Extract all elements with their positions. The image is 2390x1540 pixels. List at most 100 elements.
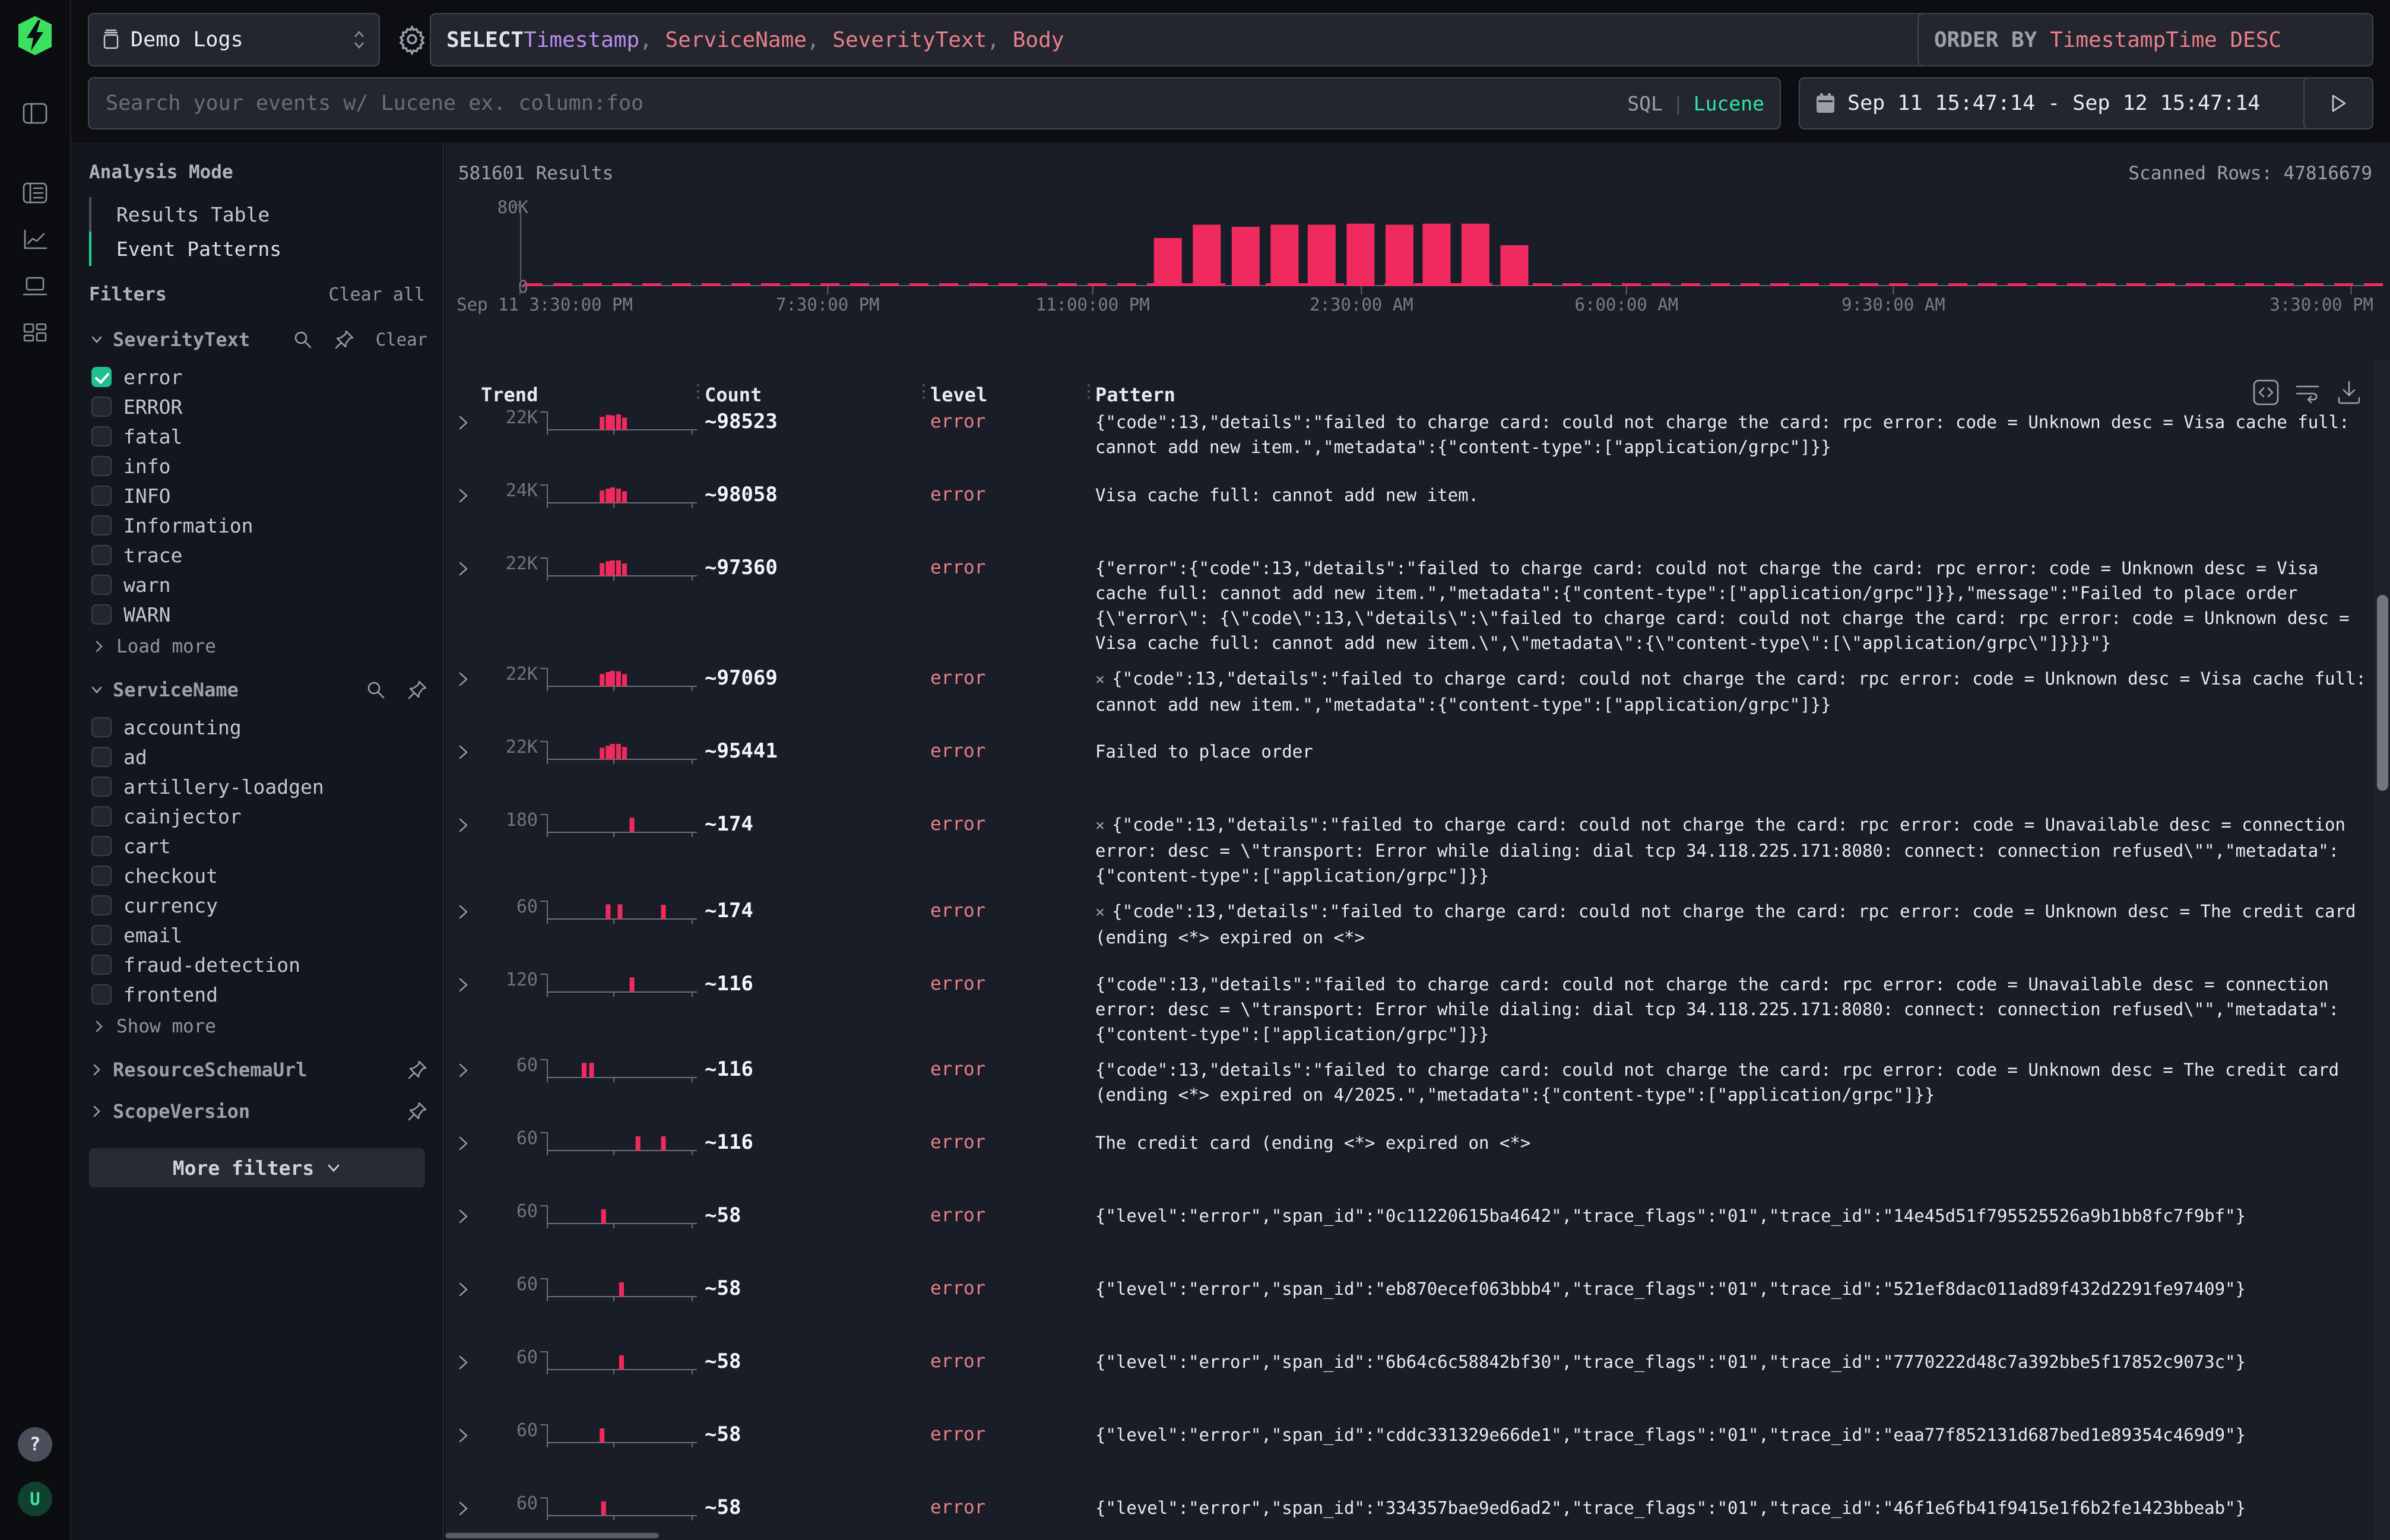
filter-clear-button[interactable]: Clear xyxy=(376,329,427,350)
filter-pin-icon[interactable] xyxy=(407,1060,427,1080)
search-logs-icon[interactable] xyxy=(21,179,49,207)
pattern-row[interactable]: 22K~95441errorFailed to place order xyxy=(445,728,2369,801)
filter-group-header[interactable]: SeverityTextClear xyxy=(89,321,427,359)
filter-option-frontend[interactable]: frontend xyxy=(91,980,427,1009)
expand-row-button[interactable] xyxy=(445,898,481,920)
checkbox[interactable] xyxy=(91,836,112,856)
sidebar-panel-icon[interactable] xyxy=(21,100,49,127)
filter-option-email[interactable]: email xyxy=(91,920,427,950)
source-select[interactable]: Demo Logs xyxy=(88,13,380,66)
filter-search-icon[interactable] xyxy=(293,329,313,350)
filter-search-icon[interactable] xyxy=(366,680,386,700)
analysis-mode-item-event-patterns[interactable]: Event Patterns xyxy=(89,232,425,266)
expand-row-button[interactable] xyxy=(445,1129,481,1152)
pattern-row[interactable]: 22K~97069error×{"code":13,"details":"fai… xyxy=(445,655,2369,728)
filter-option-WARN[interactable]: WARN xyxy=(91,600,427,629)
expand-row-button[interactable] xyxy=(445,1494,481,1517)
checkbox[interactable] xyxy=(91,426,112,446)
dismiss-pattern-icon[interactable]: × xyxy=(1095,816,1105,835)
mode-lucene[interactable]: Lucene xyxy=(1694,92,1764,115)
filter-show-more[interactable]: Show more xyxy=(89,1010,427,1042)
filter-pin-icon[interactable] xyxy=(334,329,354,350)
filter-pin-icon[interactable] xyxy=(407,1101,427,1121)
checkbox[interactable] xyxy=(91,747,112,767)
filter-option-fatal[interactable]: fatal xyxy=(91,422,427,451)
pattern-row[interactable]: 120~116error{"code":13,"details":"failed… xyxy=(445,961,2369,1047)
order-by-input[interactable]: ORDER BY TimestampTime DESC xyxy=(1917,13,2373,66)
filter-option-currency[interactable]: currency xyxy=(91,891,427,920)
expand-row-button[interactable] xyxy=(445,1275,481,1298)
sessions-icon[interactable] xyxy=(21,273,49,300)
analysis-mode-item-results-table[interactable]: Results Table xyxy=(89,197,425,232)
filter-option-checkout[interactable]: checkout xyxy=(91,861,427,891)
expand-row-button[interactable] xyxy=(445,1421,481,1444)
user-avatar[interactable]: U xyxy=(18,1482,52,1516)
more-filters-button[interactable]: More filters xyxy=(89,1148,425,1187)
pattern-row[interactable]: 60~116error{"code":13,"details":"failed … xyxy=(445,1047,2369,1120)
filter-group-header[interactable]: ResourceSchemaUrl xyxy=(89,1051,427,1089)
checkbox[interactable] xyxy=(91,604,112,625)
expand-row-button[interactable] xyxy=(445,971,481,993)
filter-pin-icon[interactable] xyxy=(407,680,427,700)
help-button[interactable]: ? xyxy=(18,1427,52,1462)
horizontal-scrollbar-thumb[interactable] xyxy=(445,1533,659,1538)
expand-row-button[interactable] xyxy=(445,481,481,504)
checkbox[interactable] xyxy=(91,575,112,595)
source-settings-gear-icon[interactable] xyxy=(397,24,427,55)
pattern-row[interactable]: 22K~97360error{"error":{"code":13,"detai… xyxy=(445,545,2369,655)
clear-all-filters-button[interactable]: Clear all xyxy=(328,284,425,305)
checkbox[interactable] xyxy=(91,515,112,535)
expand-row-button[interactable] xyxy=(445,738,481,761)
filter-option-cart[interactable]: cart xyxy=(91,831,427,861)
pattern-row[interactable]: 60~58error{"level":"error","span_id":"eb… xyxy=(445,1266,2369,1339)
events-histogram[interactable] xyxy=(520,204,2373,286)
pattern-row[interactable]: 22K~98523error{"code":13,"details":"fail… xyxy=(445,399,2369,472)
filter-option-ad[interactable]: ad xyxy=(91,742,427,772)
chart-explorer-icon[interactable] xyxy=(21,226,49,253)
vertical-scrollbar-thumb[interactable] xyxy=(2377,595,2388,791)
dismiss-pattern-icon[interactable]: × xyxy=(1095,670,1105,689)
filter-option-cainjector[interactable]: cainjector xyxy=(91,801,427,831)
filter-option-ERROR[interactable]: ERROR xyxy=(91,392,427,422)
vertical-scrollbar[interactable] xyxy=(2375,360,2390,1540)
checkbox[interactable] xyxy=(91,955,112,975)
checkbox[interactable] xyxy=(91,806,112,826)
expand-row-button[interactable] xyxy=(445,811,481,834)
filter-group-header[interactable]: ServiceName xyxy=(89,671,427,709)
filter-option-warn[interactable]: warn xyxy=(91,570,427,600)
pattern-row[interactable]: 60~174error×{"code":13,"details":"failed… xyxy=(445,888,2369,961)
checkbox[interactable] xyxy=(91,717,112,737)
filter-option-fraud-detection[interactable]: fraud-detection xyxy=(91,950,427,980)
checkbox[interactable] xyxy=(91,397,112,417)
filter-option-accounting[interactable]: accounting xyxy=(91,712,427,742)
expand-row-button[interactable] xyxy=(445,1056,481,1079)
time-range-picker[interactable]: Sep 11 15:47:14 - Sep 12 15:47:14 xyxy=(1799,77,2356,129)
checkbox[interactable] xyxy=(91,367,112,387)
checkbox[interactable] xyxy=(91,925,112,945)
filter-group-header[interactable]: ScopeVersion xyxy=(89,1092,427,1130)
checkbox[interactable] xyxy=(91,486,112,506)
checkbox[interactable] xyxy=(91,895,112,915)
filter-option-info[interactable]: info xyxy=(91,451,427,481)
histogram-canvas[interactable] xyxy=(520,204,2373,286)
checkbox[interactable] xyxy=(91,984,112,1005)
checkbox[interactable] xyxy=(91,545,112,565)
mode-sql[interactable]: SQL xyxy=(1627,92,1663,115)
expand-row-button[interactable] xyxy=(445,1202,481,1225)
expand-row-button[interactable] xyxy=(445,554,481,577)
checkbox[interactable] xyxy=(91,456,112,476)
select-query-input[interactable]: SELECT Timestamp, ServiceName, SeverityT… xyxy=(430,13,1973,66)
filter-option-trace[interactable]: trace xyxy=(91,540,427,570)
pattern-row[interactable]: 60~58error{"level":"error","span_id":"6b… xyxy=(445,1339,2369,1412)
filter-option-artillery-loadgen[interactable]: artillery-loadgen xyxy=(91,772,427,801)
filter-option-Information[interactable]: Information xyxy=(91,511,427,540)
pattern-row[interactable]: 60~58error{"level":"error","span_id":"cd… xyxy=(445,1412,2369,1485)
pattern-row[interactable]: 180~174error×{"code":13,"details":"faile… xyxy=(445,801,2369,888)
expand-row-button[interactable] xyxy=(445,408,481,431)
filter-load-more[interactable]: Load more xyxy=(89,630,427,663)
pattern-row[interactable]: 60~58error{"level":"error","span_id":"0c… xyxy=(445,1193,2369,1266)
filter-option-error[interactable]: error xyxy=(91,362,427,392)
run-query-button[interactable] xyxy=(2303,77,2373,129)
checkbox[interactable] xyxy=(91,777,112,797)
pattern-row[interactable]: 60~58error{"level":"error","span_id":"33… xyxy=(445,1485,2369,1540)
